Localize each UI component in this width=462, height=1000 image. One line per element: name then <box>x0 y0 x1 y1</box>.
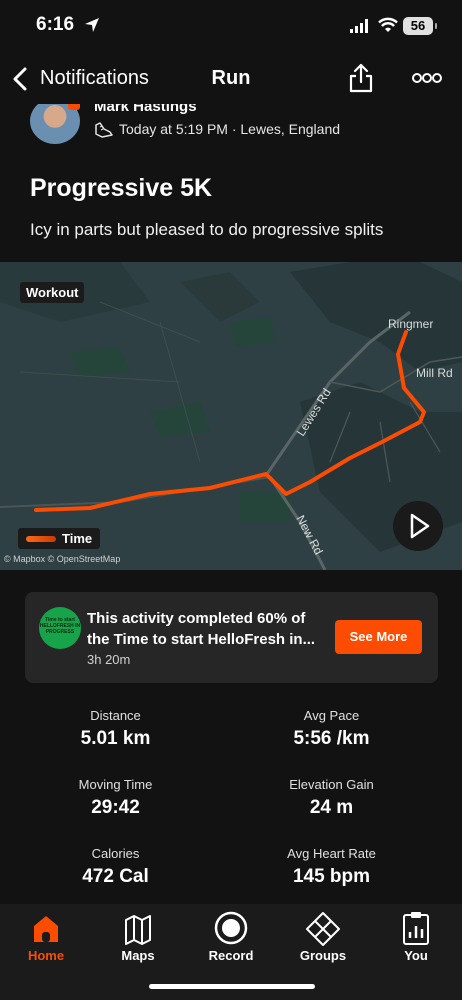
tab-groups[interactable]: Groups <box>277 910 369 963</box>
tab-label: Groups <box>299 948 347 963</box>
stat-avg-heart-rate: Avg Heart Rate 145 bpm <box>216 846 447 888</box>
stat-value: 24 m <box>309 797 354 818</box>
stat-value: 472 Cal <box>82 866 149 887</box>
stat-calories: Calories 472 Cal <box>0 846 231 888</box>
avatar[interactable] <box>30 104 80 144</box>
stat-label: Avg Pace <box>303 708 360 723</box>
more-options-icon[interactable] <box>412 72 442 84</box>
status-time: 6:16 <box>36 14 75 35</box>
tab-label: Maps <box>121 948 155 963</box>
wifi-icon <box>378 17 398 32</box>
stat-value: 5:56 /km <box>293 728 370 749</box>
share-icon[interactable] <box>347 62 375 94</box>
workout-tag: Workout <box>20 282 85 303</box>
challenge-promo-card[interactable]: Time to start HELLOFRESH IN PROGRESS Thi… <box>25 592 438 683</box>
athlete-name[interactable]: Mark Hastings <box>94 104 197 115</box>
promo-time: 3h 20m <box>87 652 131 667</box>
you-icon <box>403 912 429 945</box>
stat-value: 145 bpm <box>292 866 371 887</box>
map-attribution[interactable]: © Mapbox © OpenStreetMap <box>4 554 120 564</box>
play-icon <box>410 513 430 539</box>
legend-swatch <box>26 535 56 542</box>
tab-maps[interactable]: Maps <box>92 910 184 963</box>
tab-home[interactable]: Home <box>0 910 92 963</box>
cellular-signal-icon <box>350 19 368 33</box>
shoe-icon <box>95 122 113 138</box>
stat-label: Elevation Gain <box>289 777 374 792</box>
stat-value: 5.01 km <box>80 728 151 749</box>
tab-record[interactable]: Record <box>185 910 277 963</box>
see-more-button[interactable]: See More <box>335 620 422 654</box>
stat-avg-pace: Avg Pace 5:56 /km <box>216 708 447 750</box>
map-label-mill-rd: Mill Rd <box>416 366 453 380</box>
stat-value: 29:42 <box>91 797 140 818</box>
legend-label: Time <box>62 531 93 546</box>
back-button[interactable]: Notifications <box>40 67 149 90</box>
activity-description: Icy in parts but pleased to do progressi… <box>30 220 384 239</box>
map-icon <box>125 915 151 945</box>
map-label-ringmer: Ringmer <box>388 317 433 331</box>
subscriber-badge <box>68 104 80 110</box>
location-arrow-icon <box>85 18 99 32</box>
hellofresh-logo: Time to start HELLOFRESH IN PROGRESS <box>39 607 81 649</box>
play-flyover-button[interactable] <box>393 501 443 551</box>
activity-meta: Today at 5:19 PM · Lewes, England <box>119 121 341 137</box>
stat-label: Calories <box>91 846 140 861</box>
stat-elevation-gain: Elevation Gain 24 m <box>216 777 447 819</box>
map-legend: Time <box>18 528 101 549</box>
home-icon <box>34 916 58 942</box>
navigation-bar: Notifications Run <box>0 54 462 104</box>
activity-title: Progressive 5K <box>30 174 213 202</box>
groups-icon <box>306 912 340 946</box>
tab-you[interactable]: You <box>370 910 462 963</box>
stat-distance: Distance 5.01 km <box>0 708 231 750</box>
tab-label: Home <box>27 948 65 963</box>
status-bar: 6:16 56 <box>0 0 462 54</box>
battery-indicator: 56 <box>403 17 437 35</box>
home-indicator <box>149 984 315 989</box>
record-icon <box>214 911 248 945</box>
tab-label: Record <box>208 948 254 963</box>
activity-detail[interactable]: Mark Hastings Today at 5:19 PM · Lewes, … <box>0 104 462 904</box>
stat-label: Avg Heart Rate <box>287 846 376 861</box>
stat-label: Moving Time <box>78 777 153 792</box>
chevron-left-icon[interactable] <box>10 67 30 91</box>
promo-text: This activity completed 60% of the Time … <box>87 610 316 648</box>
stat-moving-time: Moving Time 29:42 <box>0 777 231 819</box>
stat-label: Distance <box>90 708 141 723</box>
tab-label: You <box>404 948 428 963</box>
route-map[interactable]: Ringmer Mill Rd Lewes Rd New Rd Workout … <box>0 262 462 570</box>
